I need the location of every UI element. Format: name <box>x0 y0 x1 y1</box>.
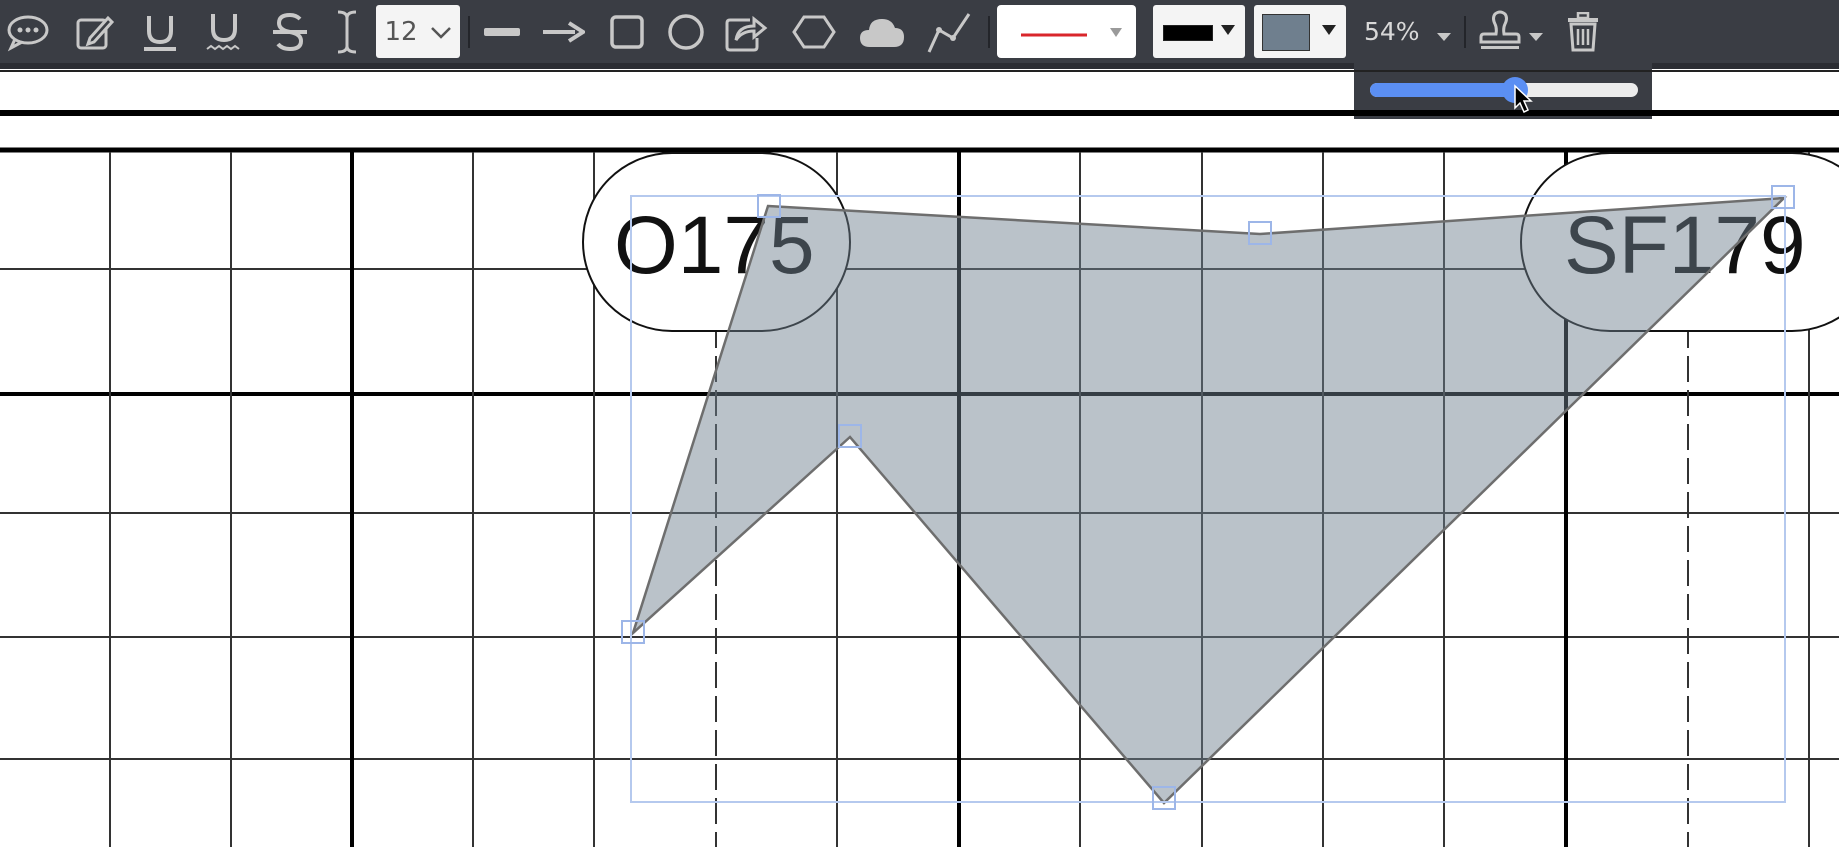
polygon-tool-button[interactable] <box>790 0 838 63</box>
rectangle-icon <box>609 14 645 50</box>
chevron-down-icon <box>430 17 452 47</box>
strikethrough-tool-button[interactable] <box>264 0 316 63</box>
arrow-icon <box>541 20 585 44</box>
fill-color-swatch <box>1262 14 1310 51</box>
callout-tool-button[interactable] <box>722 0 770 63</box>
mouse-cursor-icon <box>1513 84 1533 118</box>
font-size-select[interactable]: 12 <box>376 5 460 58</box>
font-size-value: 12 <box>384 16 418 47</box>
toolbar-divider <box>468 16 470 48</box>
dropdown-triangle-icon <box>1321 22 1337 41</box>
fill-color-picker[interactable] <box>1254 5 1346 58</box>
stamp-icon <box>1478 10 1522 54</box>
strikethrough-icon <box>270 11 310 53</box>
polyline-icon <box>926 10 972 54</box>
squiggly-tool-button[interactable] <box>198 0 250 63</box>
text-insert-tool-button[interactable] <box>330 0 364 63</box>
dropdown-triangle-icon <box>1220 22 1236 41</box>
freehand-pencil-icon <box>74 12 116 52</box>
delete-button[interactable] <box>1560 0 1606 63</box>
opacity-dropdown-arrow-icon[interactable] <box>1436 27 1452 46</box>
polygon-annotation[interactable] <box>630 196 1788 805</box>
drawing-canvas[interactable]: O175 SF179 <box>0 69 1839 847</box>
polygon-icon <box>792 14 836 50</box>
line-style-picker[interactable] <box>997 5 1136 58</box>
toolbar-divider <box>988 16 990 48</box>
trash-icon <box>1566 11 1600 52</box>
line-style-preview <box>1021 28 1122 37</box>
underline-icon <box>140 11 180 53</box>
opacity-dropdown[interactable]: 54% <box>1364 0 1420 63</box>
opacity-value: 54% <box>1364 17 1420 46</box>
stamp-tool-button[interactable] <box>1474 0 1526 63</box>
page-border-lines <box>0 70 1839 153</box>
stroke-color-swatch <box>1163 25 1213 41</box>
callout-share-icon <box>724 12 768 52</box>
cloud-icon <box>858 15 906 49</box>
ellipse-tool-button[interactable] <box>662 0 710 63</box>
toolbar-divider <box>1464 16 1466 48</box>
squiggly-underline-icon <box>204 9 244 55</box>
underline-tool-button[interactable] <box>134 0 186 63</box>
cloud-tool-button[interactable] <box>856 0 908 63</box>
polyline-tool-button[interactable] <box>924 0 974 63</box>
freehand-tool-button[interactable] <box>70 0 120 63</box>
stamp-dropdown-arrow-icon[interactable] <box>1528 27 1544 46</box>
comment-icon <box>6 12 50 52</box>
arrow-tool-button[interactable] <box>540 0 586 63</box>
line-icon <box>482 26 522 38</box>
text-cursor-icon <box>334 9 360 55</box>
stroke-color-picker[interactable] <box>1153 5 1245 58</box>
line-tool-button[interactable] <box>478 0 526 63</box>
rectangle-tool-button[interactable] <box>604 0 650 63</box>
ellipse-icon <box>666 12 706 52</box>
comment-tool-button[interactable] <box>0 0 56 63</box>
